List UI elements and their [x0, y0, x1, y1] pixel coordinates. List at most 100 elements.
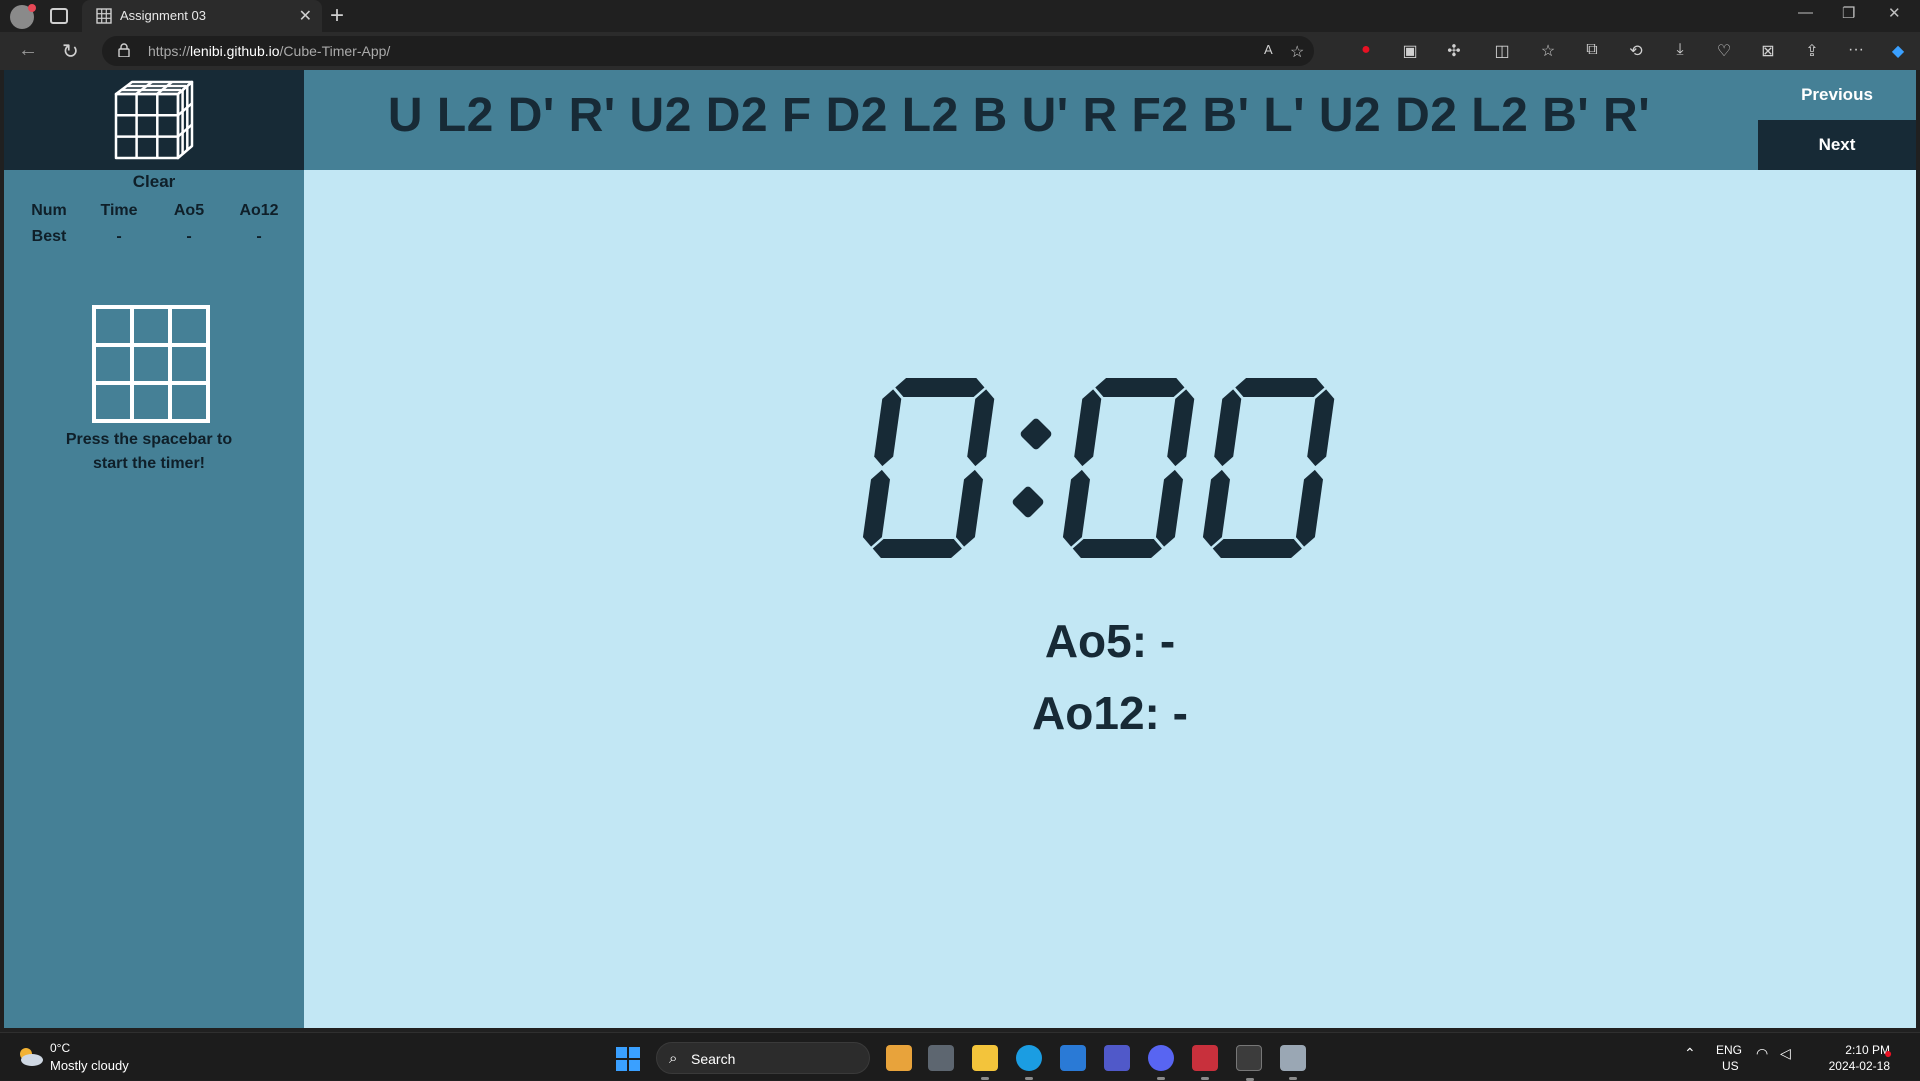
terminal-icon[interactable]	[1236, 1045, 1262, 1081]
clear-button[interactable]: Clear	[4, 172, 304, 192]
new-tab-icon[interactable]: +	[330, 2, 344, 30]
file-explorer-icon[interactable]	[972, 1045, 998, 1080]
cube-face-grid-icon	[92, 305, 210, 423]
minimize-icon[interactable]: —	[1798, 4, 1813, 21]
edge-browser-icon[interactable]	[1016, 1045, 1042, 1080]
stats-header-num: Num	[31, 202, 67, 219]
task-view-icon[interactable]	[928, 1045, 954, 1071]
notification-bell-icon[interactable]: ●	[1884, 1045, 1892, 1061]
stats-header-ao5: Ao5	[173, 202, 205, 219]
favorites-icon[interactable]: ☆	[1538, 41, 1558, 61]
extension-red-icon[interactable]: ●	[1356, 41, 1376, 61]
stats-header-row: Num Time Ao5 Ao12	[14, 198, 294, 224]
profile-avatar-icon[interactable]	[10, 4, 36, 29]
clock-date[interactable]: 2024-02-18	[1808, 1059, 1890, 1073]
timer-digit	[1202, 378, 1335, 558]
timer-segment	[872, 539, 962, 558]
wifi-icon[interactable]: ◠	[1756, 1045, 1768, 1062]
extensions-puzzle-icon[interactable]: ✣	[1444, 41, 1464, 61]
spacebar-hint: Press the spacebar to start the timer!	[65, 431, 233, 472]
timer-segment	[1074, 389, 1102, 467]
share-icon[interactable]: ⇪	[1802, 41, 1822, 61]
split-screen-icon[interactable]: ◫	[1492, 41, 1512, 61]
copilot-app-icon[interactable]	[886, 1045, 912, 1071]
best-label: Best	[31, 228, 67, 245]
read-aloud-icon[interactable]: A	[1264, 42, 1273, 57]
stats-header-time: Time	[100, 202, 138, 219]
stats-table: Num Time Ao5 Ao12 Best - - -	[14, 198, 294, 250]
collections-icon[interactable]: ⧉	[1582, 41, 1602, 61]
best-ao12: -	[256, 228, 262, 245]
cloudy-weather-icon[interactable]	[16, 1045, 44, 1067]
timer-display	[862, 378, 1335, 558]
timer-segment	[1095, 378, 1185, 397]
stats-best-row: Best - - -	[14, 224, 294, 250]
sidebar: Clear Num Time Ao5 Ao12 Best - - - Press…	[4, 70, 304, 1028]
timer-segment	[1167, 389, 1195, 467]
taskbar: 0°C Mostly cloudy ⌕ Search ⌃ ENG US ◠ ◁ …	[0, 1032, 1920, 1081]
best-time: -	[116, 228, 122, 245]
timer-segment	[1062, 469, 1091, 547]
next-button[interactable]: Next	[1758, 120, 1916, 170]
restore-icon[interactable]: ❐	[1842, 4, 1855, 22]
grid-favicon-icon	[96, 8, 112, 24]
timer-segment	[1235, 378, 1325, 397]
timer-colon-dot	[1012, 486, 1044, 518]
language-code[interactable]: ENG	[1716, 1043, 1742, 1057]
search-icon: ⌕	[669, 1050, 678, 1067]
show-hidden-icons-chevron-icon[interactable]: ⌃	[1684, 1045, 1696, 1062]
refresh-icon[interactable]: ↻	[62, 39, 79, 64]
screenshot-icon[interactable]: ⊠	[1758, 41, 1778, 61]
weather-temperature: 0°C	[50, 1041, 71, 1055]
logo-area	[4, 70, 304, 170]
previous-button[interactable]: Previous	[1758, 70, 1916, 120]
tab-title: Assignment 03	[120, 8, 206, 23]
taskbar-search[interactable]: ⌕ Search	[656, 1042, 870, 1074]
back-icon[interactable]: ←	[18, 39, 38, 62]
timer-segment	[895, 378, 985, 397]
timer-segment	[862, 469, 891, 547]
clock-time[interactable]: 2:10 PM	[1834, 1043, 1890, 1057]
timer-segment	[1214, 389, 1242, 467]
remote-desktop-icon[interactable]	[1280, 1045, 1306, 1080]
extension-box-icon[interactable]: ▣	[1400, 41, 1420, 61]
stats-header-ao12: Ao12	[239, 202, 279, 219]
ao12-readout: Ao12: -	[1032, 687, 1188, 739]
snipping-tool-icon[interactable]	[1192, 1045, 1218, 1080]
teams-icon[interactable]	[1104, 1045, 1130, 1071]
timer-segment	[1212, 539, 1302, 558]
timer-segment	[1202, 469, 1231, 547]
cube-timer-app: Clear Num Time Ao5 Ao12 Best - - - Press…	[4, 70, 1916, 1028]
weather-description: Mostly cloudy	[50, 1058, 129, 1073]
timer-segment	[1307, 389, 1335, 467]
performance-icon[interactable]: ♡	[1714, 41, 1734, 61]
scramble-header: U L2 D' R' U2 D2 F D2 L2 B U' R F2 B' L'…	[304, 70, 1916, 170]
address-toolbar: ← ↻ https://lenibi.github.io/Cube-Timer-…	[0, 32, 1920, 70]
timer-digit	[1062, 378, 1195, 558]
tab-close-icon[interactable]: ✕	[299, 6, 312, 26]
downloads-icon[interactable]: ⤓	[1670, 41, 1690, 61]
window-close-icon[interactable]: ✕	[1888, 4, 1901, 22]
best-ao5: -	[186, 228, 192, 245]
windows-start-icon[interactable]	[616, 1047, 640, 1071]
store-icon[interactable]	[1060, 1045, 1086, 1071]
browser-tab[interactable]: Assignment 03 ✕	[82, 0, 322, 32]
lock-icon	[118, 43, 130, 57]
volume-icon[interactable]: ◁	[1780, 1045, 1791, 1062]
timer-colon-dot	[1020, 418, 1052, 450]
url-text: https://lenibi.github.io/Cube-Timer-App/	[148, 43, 391, 59]
timer-segment	[1155, 469, 1184, 547]
cube-logo-icon	[114, 80, 194, 160]
timer-segment	[955, 469, 984, 547]
copilot-icon[interactable]: ◆	[1888, 41, 1908, 61]
timer-segment	[874, 389, 902, 467]
tab-actions-icon[interactable]	[50, 8, 68, 24]
address-bar[interactable]: https://lenibi.github.io/Cube-Timer-App/…	[102, 36, 1314, 66]
history-icon[interactable]: ⟲	[1626, 41, 1646, 61]
ao5-readout: Ao5: -	[1044, 615, 1176, 667]
timer-segment	[1072, 539, 1162, 558]
favorite-star-icon[interactable]: ☆	[1290, 42, 1304, 62]
discord-icon[interactable]	[1148, 1045, 1174, 1080]
more-options-icon[interactable]: ···	[1846, 41, 1866, 61]
language-region[interactable]: US	[1722, 1059, 1739, 1073]
